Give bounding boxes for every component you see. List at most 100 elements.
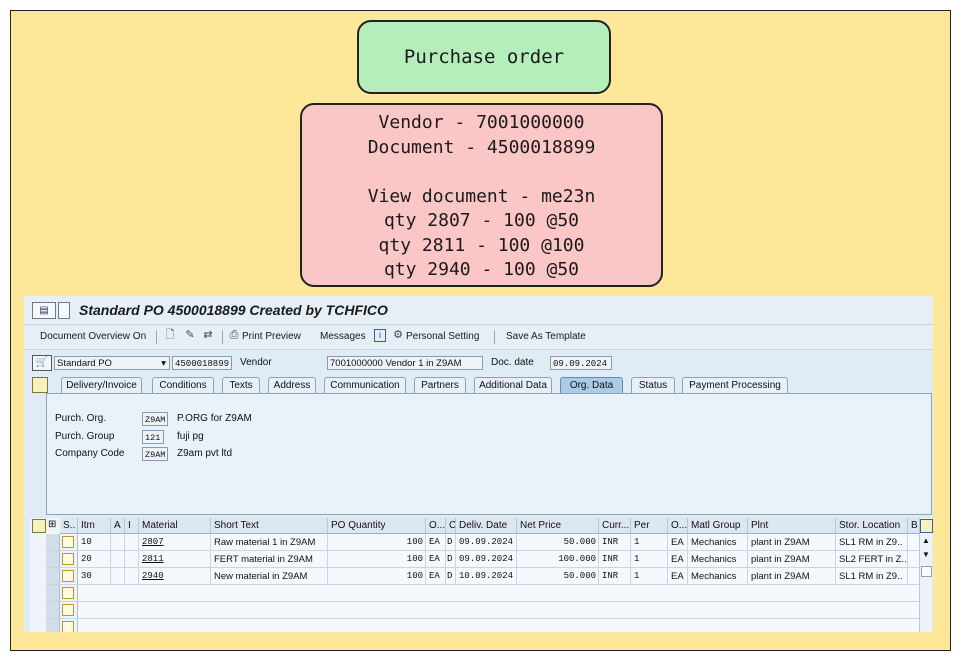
column-header[interactable]: Material — [139, 518, 211, 534]
personal-setting-button[interactable]: Personal Setting — [406, 331, 479, 342]
price-unit[interactable]: 1 — [631, 568, 668, 585]
print-preview-button[interactable]: Print Preview — [242, 331, 301, 342]
tab-conditions[interactable]: Conditions — [152, 377, 214, 393]
scroll-up-icon[interactable]: ▲ — [922, 536, 930, 545]
tab-texts[interactable]: Texts — [222, 377, 260, 393]
purch-org-field[interactable]: Z9AM — [142, 412, 168, 426]
print-preview-icon[interactable]: ⎙ — [228, 329, 240, 342]
order-unit[interactable]: EA — [426, 534, 446, 551]
table-row[interactable]: 20 2811 FERT material in Z9AM 100 EA D 0… — [30, 551, 932, 568]
net-price[interactable]: 50.000 — [517, 534, 599, 551]
account-cell[interactable] — [111, 534, 125, 551]
material-link[interactable]: 2807 — [139, 534, 211, 551]
plant[interactable]: plant in Z9AM — [748, 534, 836, 551]
column-header[interactable]: Itm — [78, 518, 111, 534]
material-link[interactable]: 2940 — [139, 568, 211, 585]
material-group[interactable]: Mechanics — [688, 534, 748, 551]
vertical-scrollbar[interactable]: ▲ ▼ — [919, 534, 932, 632]
empty-row-cells[interactable] — [78, 585, 920, 602]
table-row[interactable] — [30, 619, 932, 632]
document-overview-button[interactable]: Document Overview On — [40, 331, 146, 342]
date-category[interactable]: D — [446, 534, 456, 551]
account-cell[interactable] — [111, 551, 125, 568]
price-unit[interactable]: 1 — [631, 534, 668, 551]
order-price-unit[interactable]: EA — [668, 534, 688, 551]
column-header[interactable]: Deliv. Date — [456, 518, 517, 534]
dropdown-arrow-icon[interactable] — [58, 302, 70, 319]
empty-row-cells[interactable] — [78, 602, 920, 619]
table-row[interactable] — [30, 585, 932, 602]
short-text[interactable]: Raw material 1 in Z9AM — [211, 534, 328, 551]
row-selector[interactable] — [46, 534, 60, 551]
empty-row-cells[interactable] — [78, 619, 920, 632]
po-number-field[interactable]: 4500018899 — [172, 356, 232, 370]
table-row[interactable]: 10 2807 Raw material 1 in Z9AM 100 EA D … — [30, 534, 932, 551]
doc-date-field[interactable]: 09.09.2024 — [550, 356, 612, 370]
item-checkbox[interactable] — [62, 604, 74, 616]
tab-partners[interactable]: Partners — [414, 377, 466, 393]
tab-delivery-invoice[interactable]: Delivery/Invoice — [61, 377, 142, 393]
tab-address[interactable]: Address — [268, 377, 316, 393]
column-header[interactable]: O... — [668, 518, 688, 534]
column-header[interactable]: A — [111, 518, 125, 534]
table-row[interactable] — [30, 602, 932, 619]
material-group[interactable]: Mechanics — [688, 551, 748, 568]
new-document-icon[interactable]: 🗋 — [164, 329, 176, 342]
menu-icon[interactable]: ▤ — [32, 302, 56, 319]
info-icon[interactable]: i — [374, 329, 386, 342]
personal-setting-icon[interactable]: ⚙ — [392, 329, 404, 342]
row-selector[interactable] — [46, 568, 60, 585]
column-header[interactable]: C — [446, 518, 456, 534]
plant[interactable]: plant in Z9AM — [748, 568, 836, 585]
column-header[interactable]: PO Quantity — [328, 518, 426, 534]
account-cell[interactable] — [111, 568, 125, 585]
column-header[interactable]: Net Price — [517, 518, 599, 534]
purch-group-field[interactable]: 121 — [142, 430, 164, 444]
plant[interactable]: plant in Z9AM — [748, 551, 836, 568]
po-quantity[interactable]: 100 — [328, 534, 426, 551]
column-header[interactable]: Stor. Location — [836, 518, 908, 534]
company-code-field[interactable]: Z9AM — [142, 447, 168, 461]
table-settings-icon[interactable]: ⊞ — [48, 519, 56, 530]
order-price-unit[interactable]: EA — [668, 551, 688, 568]
storage-location[interactable]: SL1 RM in Z9.. — [836, 534, 908, 551]
scroll-thumb[interactable] — [921, 566, 932, 577]
table-row[interactable]: 30 2940 New material in Z9AM 100 EA D 10… — [30, 568, 932, 585]
item-checkbox[interactable] — [62, 536, 74, 548]
po-quantity[interactable]: 100 — [328, 568, 426, 585]
other-document-icon[interactable]: ⇄ — [202, 329, 214, 342]
tab-payment-processing[interactable]: Payment Processing — [682, 377, 788, 393]
column-header[interactable]: Per — [631, 518, 668, 534]
item-checkbox[interactable] — [62, 621, 74, 632]
item-number[interactable]: 30 — [78, 568, 111, 585]
delivery-date[interactable]: 09.09.2024 — [456, 534, 517, 551]
select-all-icon[interactable] — [32, 519, 46, 533]
date-category[interactable]: D — [446, 551, 456, 568]
item-number[interactable]: 20 — [78, 551, 111, 568]
item-category-cell[interactable] — [125, 551, 139, 568]
column-header[interactable]: S.. — [60, 518, 78, 534]
po-quantity[interactable]: 100 — [328, 551, 426, 568]
order-unit[interactable]: EA — [426, 551, 446, 568]
column-header[interactable]: Short Text — [211, 518, 328, 534]
item-checkbox[interactable] — [62, 570, 74, 582]
cart-icon[interactable]: 🛒 — [32, 355, 52, 371]
item-category-cell[interactable] — [125, 534, 139, 551]
storage-location[interactable]: SL2 FERT in Z.. — [836, 551, 908, 568]
tab-status[interactable]: Status — [631, 377, 675, 393]
date-category[interactable]: D — [446, 568, 456, 585]
document-type-select[interactable]: Standard PO ▾ — [54, 356, 170, 370]
short-text[interactable]: FERT material in Z9AM — [211, 551, 328, 568]
currency[interactable]: INR — [599, 551, 631, 568]
vendor-field[interactable]: 7001000000 Vendor 1 in Z9AM — [327, 356, 483, 370]
tab-org-data[interactable]: Org. Data — [560, 377, 623, 393]
net-price[interactable]: 50.000 — [517, 568, 599, 585]
currency[interactable]: INR — [599, 534, 631, 551]
item-checkbox[interactable] — [62, 553, 74, 565]
column-config-icon[interactable] — [920, 519, 933, 533]
column-header[interactable]: Matl Group — [688, 518, 748, 534]
column-header[interactable]: O... — [426, 518, 446, 534]
price-unit[interactable]: 1 — [631, 551, 668, 568]
column-header[interactable]: Curr... — [599, 518, 631, 534]
material-link[interactable]: 2811 — [139, 551, 211, 568]
